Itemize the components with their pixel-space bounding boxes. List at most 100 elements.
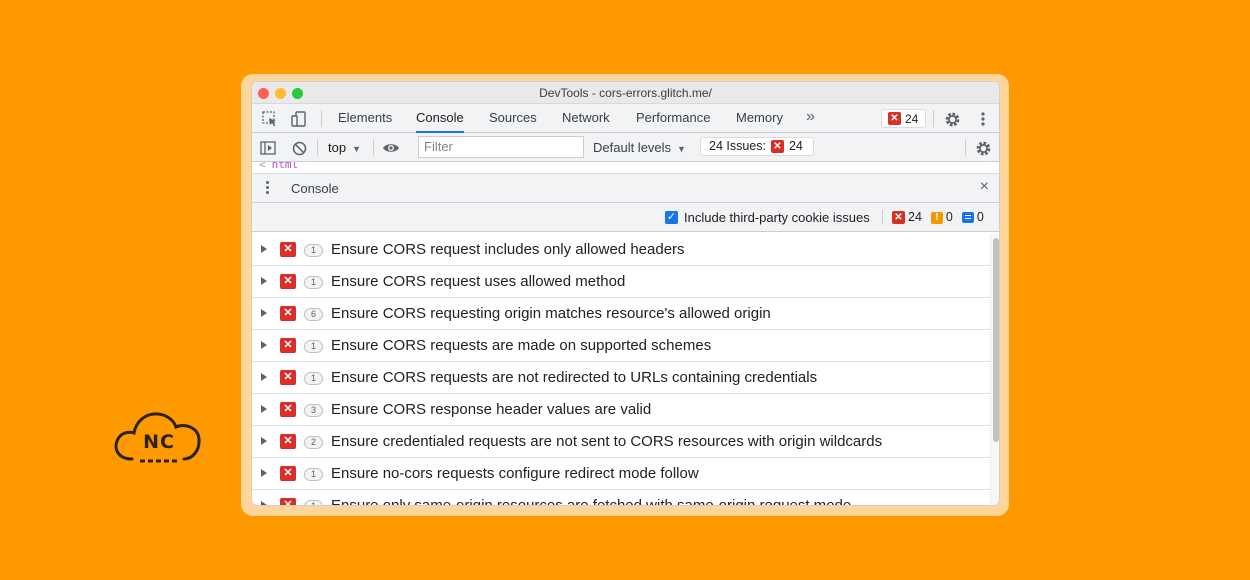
log-levels-dropdown[interactable]: Default levels ▼ [593,133,686,164]
error-icon: ✕ [280,466,296,481]
expand-triangle-icon[interactable] [261,469,267,477]
error-icon: ✕ [888,112,901,125]
divider [373,139,374,156]
tab-console[interactable]: Console [416,104,464,133]
error-icon: ✕ [280,306,296,321]
issue-count-badge: 1 [304,276,323,289]
expand-triangle-icon[interactable] [261,373,267,381]
nc-cloud-logo: NC [112,405,206,467]
issue-row[interactable]: ✕ 1 Ensure no-cors requests configure redi… [252,458,990,490]
error-count-badge[interactable]: ✕ 24 [881,109,926,128]
expand-triangle-icon[interactable] [261,309,267,317]
device-toolbar-icon[interactable] [289,109,309,129]
drawer-title[interactable]: Console [291,174,339,203]
issue-title: Ensure CORS requests are not redirected … [331,369,818,386]
error-icon: ✕ [280,434,296,449]
error-count: 24 [905,111,919,126]
expand-triangle-icon[interactable] [261,277,267,285]
chevron-down-icon: ▼ [677,144,686,154]
console-toolbar: top ▼ Filter Default levels ▼ 24 Issues: ✕… [252,133,999,162]
more-tabs-icon[interactable]: » [806,108,815,126]
scrollbar-thumb[interactable] [993,238,999,442]
expand-triangle-icon[interactable] [261,501,267,505]
error-issue-count: 24 [908,210,922,224]
chevron-down-icon: ▼ [352,144,361,154]
third-party-cookie-label[interactable]: Include third-party cookie issues [684,203,870,232]
tab-network[interactable]: Network [562,104,610,132]
issue-count-badge: 1 [304,372,323,385]
issue-count-badge: 1 [304,244,323,257]
issue-count-badge: 1 [304,500,323,505]
expand-triangle-icon[interactable] [261,437,267,445]
issue-row[interactable]: ✕ 1 Ensure CORS request includes only allo… [252,234,990,266]
issues-count: 24 [788,139,803,153]
error-icon: ✕ [280,242,296,257]
info-issue-count: 0 [976,210,984,224]
error-icon: ✕ [280,498,296,505]
clear-console-icon[interactable] [289,138,309,158]
issue-title: Ensure CORS requests are made on support… [331,337,712,354]
logo-text: NC [143,431,175,453]
warning-issue-count: 0 [945,210,953,224]
issue-title: Ensure only same-origin resources are fe… [331,497,852,506]
issue-row[interactable]: ✕ 1 Ensure CORS request uses allowed metho… [252,266,990,298]
close-drawer-icon[interactable]: × [980,178,989,196]
error-icon: ✕ [280,370,296,385]
issue-title: Ensure CORS request includes only allowe… [331,241,685,258]
issue-row[interactable]: ✕ 1 Ensure only same-origin resources are … [252,490,990,506]
error-icon: ✕ [280,402,296,417]
issues-scrollbar[interactable] [990,234,999,505]
divider [965,139,966,156]
error-icon: ✕ [770,140,784,153]
issue-count-badge: 1 [304,340,323,353]
drawer-header: Console × [252,174,999,203]
devtools-window: DevTools - cors-errors.glitch.me/ Elemen… [251,81,1000,506]
issues-list: ✕ 1 Ensure CORS request includes only allo… [252,234,990,506]
title-bar: DevTools - cors-errors.glitch.me/ [252,82,999,104]
tab-elements[interactable]: Elements [338,104,392,132]
issues-toolbar: ✓ Include third-party cookie issues ✕ 24 … [252,203,999,232]
issue-row[interactable]: ✕ 1 Ensure CORS requests are not redirecte… [252,362,990,394]
window-title: DevTools - cors-errors.glitch.me/ [539,86,712,100]
live-expression-eye-icon[interactable] [381,138,401,158]
return-arrow-icon: < [259,162,266,171]
show-sidebar-icon[interactable] [258,138,278,158]
customize-menu-icon[interactable] [973,109,993,129]
error-icon: ✕ [280,338,296,353]
tab-memory[interactable]: Memory [736,104,783,132]
tab-performance[interactable]: Performance [636,104,710,132]
issue-row[interactable]: ✕ 1 Ensure CORS requests are made on suppo… [252,330,990,362]
third-party-cookie-checkbox[interactable]: ✓ [665,211,678,224]
issue-count-badge: 6 [304,308,323,321]
error-icon: ✕ [892,211,905,224]
issue-row[interactable]: ✕ 3 Ensure CORS response header values are… [252,394,990,426]
html-text: html [271,162,299,171]
issue-count-badge: 3 [304,404,323,417]
drawer-menu-icon[interactable] [266,181,269,196]
filter-input[interactable]: Filter [418,136,584,158]
expand-triangle-icon[interactable] [261,341,267,349]
divider [321,110,322,127]
expand-triangle-icon[interactable] [261,245,267,253]
context-value: top [328,140,347,155]
expand-triangle-icon[interactable] [261,405,267,413]
issue-title: Ensure no-cors requests configure redire… [331,465,699,482]
settings-gear-icon[interactable] [942,109,962,129]
divider [317,139,318,156]
divider [933,110,934,127]
info-icon [961,212,974,223]
tab-sources[interactable]: Sources [489,104,537,132]
levels-label: Default levels [593,140,672,155]
context-selector[interactable]: top ▼ [328,133,361,164]
issue-title: Ensure CORS requesting origin matches re… [331,305,771,322]
inspect-element-icon[interactable] [260,109,280,129]
console-settings-gear-icon[interactable] [973,138,993,158]
devtools-tabbar: Elements Console Sources Network Perform… [252,104,999,133]
issues-button[interactable]: 24 Issues: ✕ 24 [700,137,814,156]
issue-row[interactable]: ✕ 2 Ensure credentialed requests are not s… [252,426,990,458]
issue-title: Ensure CORS request uses allowed method [331,273,626,290]
issue-row[interactable]: ✕ 6 Ensure CORS requesting origin matches … [252,298,990,330]
issue-title: Ensure credentialed requests are not sen… [331,433,883,450]
issue-count-badge: 2 [304,436,323,449]
issue-title: Ensure CORS response header values are v… [331,401,652,418]
